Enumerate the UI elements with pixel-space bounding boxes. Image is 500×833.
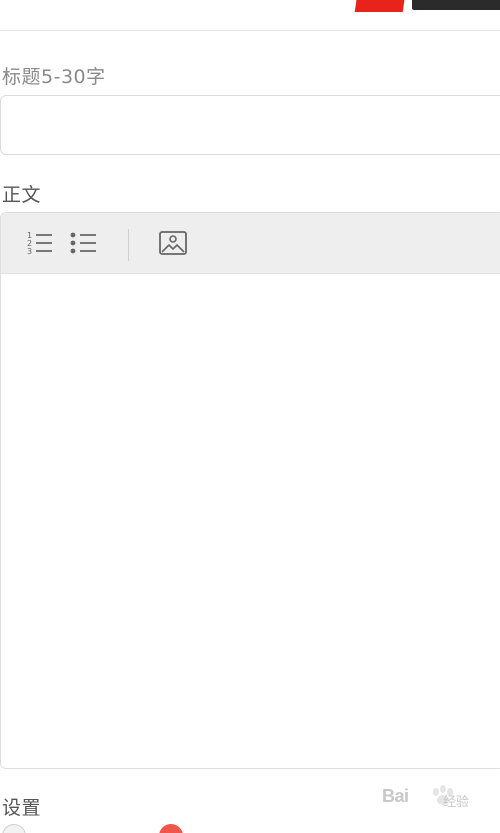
watermark-brand: Bai [382,786,409,806]
option-radio-selected[interactable] [159,824,183,833]
ordered-list-icon: 1 2 3 [27,231,52,256]
option-radio-unselected[interactable] [2,824,26,833]
ordered-list-button[interactable]: 1 2 3 [23,227,55,259]
rich-text-editor: 1 2 3 [0,212,500,769]
settings-label: 设置 [2,797,42,819]
watermark-suffix: 经验 [443,795,470,810]
unordered-list-button[interactable] [67,227,99,259]
title-field-label: 标题5-30字 [2,66,106,88]
post-editor-page: 标题5-30字 正文 1 2 3 设置 Bai 经验 [0,0,500,833]
settings-options [0,824,500,833]
logo-red-block [354,0,406,12]
brand-logo [352,0,500,14]
top-bar [0,0,500,31]
editor-content-area[interactable] [1,274,500,768]
logo-dark-mark [412,0,500,10]
editor-toolbar: 1 2 3 [1,213,500,274]
insert-image-button[interactable] [157,227,189,259]
body-field-label: 正文 [2,184,42,206]
title-input[interactable] [0,95,500,155]
unordered-list-icon [70,232,96,254]
image-icon [159,231,187,255]
svg-text:3: 3 [27,247,32,256]
toolbar-divider [128,229,129,261]
